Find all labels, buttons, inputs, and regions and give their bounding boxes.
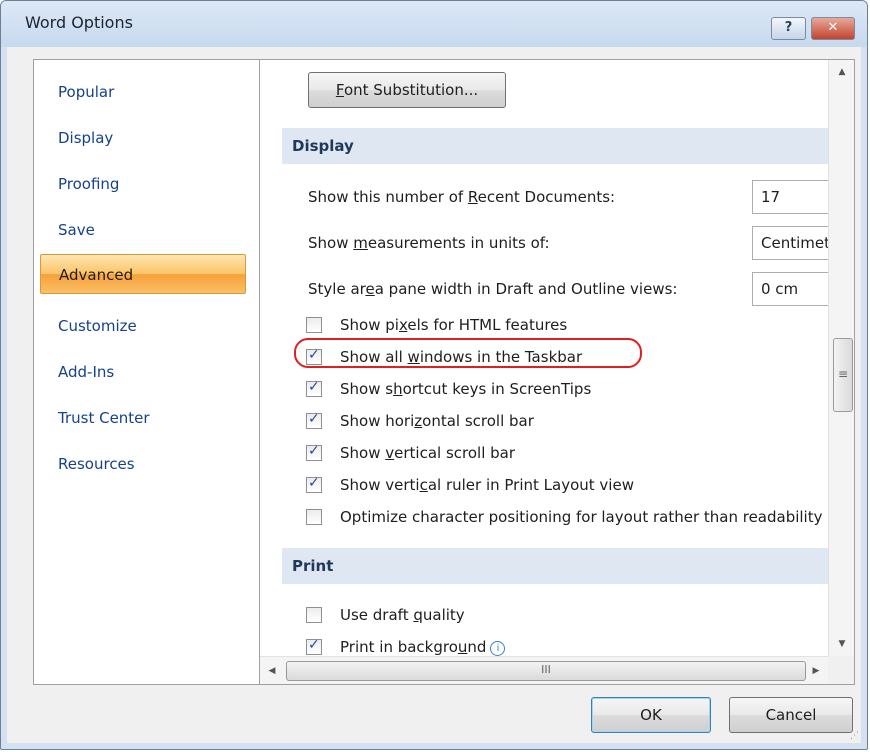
label-key: v (385, 444, 395, 462)
label-text: ecent Documents: (477, 188, 616, 206)
label-text: a pane width in Draft and Outline views: (374, 280, 678, 298)
horizontal-scrollbar[interactable]: ◀ III ▶ (260, 656, 828, 684)
show-shortcut-keys-checkbox[interactable] (306, 379, 322, 397)
show-windows-taskbar-checkbox[interactable] (306, 347, 322, 365)
label-text: Show (340, 444, 386, 462)
label-text: nd (467, 638, 487, 656)
label-key: c (419, 476, 428, 494)
nav-item-proofing[interactable]: Proofing (34, 164, 262, 204)
show-horizontal-scroll-label[interactable]: Show horizontal scroll bar (340, 409, 534, 433)
nav-item-advanced[interactable]: Advanced (40, 254, 246, 294)
print-section-header: Print (282, 548, 828, 584)
font-sub-text: ont Substitution... (343, 81, 479, 99)
label-key: h (393, 380, 403, 398)
label-key: z (414, 412, 423, 430)
measurement-units-select[interactable]: Centimeters (752, 226, 828, 260)
label-text: uality (422, 606, 465, 624)
vertical-scroll-thumb[interactable]: ≡ (833, 338, 853, 412)
label-text: ertical scroll bar (394, 444, 516, 462)
help-button[interactable]: ? (771, 17, 806, 40)
dialog-title: Word Options (25, 13, 133, 32)
label-key: q (413, 606, 423, 624)
label-key: u (457, 638, 468, 656)
category-nav: Popular Display Proofing Save Advanced C… (33, 59, 263, 685)
label-key: w (407, 348, 420, 366)
nav-item-add-ins[interactable]: Add-Ins (34, 352, 262, 392)
show-shortcut-keys-label[interactable]: Show shortcut keys in ScreenTips (340, 377, 591, 401)
cancel-button[interactable]: Cancel (729, 697, 853, 733)
show-pixels-checkbox[interactable] (306, 317, 322, 333)
nav-item-popular[interactable]: Popular (34, 72, 262, 112)
label-text: Optimize character positioning for layou… (340, 508, 823, 526)
close-button[interactable]: ✕ (811, 17, 855, 40)
print-in-background-label[interactable]: Print in background i (340, 635, 506, 656)
label-text: Style ar (308, 280, 366, 298)
label-text: Show verti (340, 476, 420, 494)
label-text: Print in backgro (340, 638, 458, 656)
show-horizontal-scroll-checkbox[interactable] (306, 411, 322, 429)
label-key: m (353, 234, 368, 252)
horizontal-scroll-thumb[interactable]: III (286, 661, 806, 681)
options-scroll-area: Font Substitution... Display Show this n… (260, 60, 828, 656)
show-vertical-ruler-checkbox[interactable] (306, 475, 322, 493)
nav-item-display[interactable]: Display (34, 118, 262, 158)
show-vertical-scroll-label[interactable]: Show vertical scroll bar (340, 441, 515, 465)
font-substitution-button[interactable]: Font Substitution... (308, 72, 506, 108)
scroll-right-icon[interactable]: ▶ (804, 657, 828, 684)
label-text: els for HTML features (407, 316, 568, 334)
nav-item-save[interactable]: Save (34, 210, 262, 250)
label-text: Show pi (340, 316, 399, 334)
label-text: ontal scroll bar (422, 412, 534, 430)
scroll-up-icon[interactable]: ▲ (829, 60, 854, 84)
nav-item-trust-center[interactable]: Trust Center (34, 398, 262, 438)
title-bar[interactable]: Word Options ? ✕ (1, 1, 867, 47)
show-vertical-scroll-checkbox[interactable] (306, 443, 322, 461)
show-pixels-label[interactable]: Show pixels for HTML features (340, 313, 567, 337)
scroll-down-icon[interactable]: ▼ (829, 632, 854, 656)
label-text: al ruler in Print Layout view (427, 476, 634, 494)
style-area-width-input[interactable]: 0 cm (752, 272, 828, 306)
label-text: ortcut keys in ScreenTips (402, 380, 592, 398)
scrollbar-corner (828, 656, 854, 684)
optimize-character-positioning-checkbox[interactable] (306, 509, 322, 525)
label-text: indows in the Taskbar (419, 348, 583, 366)
print-in-background-checkbox[interactable] (306, 637, 322, 655)
label-text: Show this number of (308, 188, 468, 206)
style-area-width-label: Style area pane width in Draft and Outli… (308, 277, 677, 301)
label-text: Show all (340, 348, 408, 366)
label-text: Show s (340, 380, 394, 398)
resize-grip-icon[interactable]: ⋰ (850, 731, 859, 741)
ok-button[interactable]: OK (591, 697, 711, 733)
show-windows-taskbar-label[interactable]: Show all windows in the Taskbar (340, 345, 582, 369)
advanced-options-panel: Font Substitution... Display Show this n… (259, 59, 855, 685)
show-vertical-ruler-label[interactable]: Show vertical ruler in Print Layout view (340, 473, 634, 497)
use-draft-quality-checkbox[interactable] (306, 607, 322, 623)
measurement-units-label: Show measurements in units of: (308, 231, 550, 255)
word-options-dialog: Word Options ? ✕ Popular Display Proofin… (0, 0, 868, 750)
optimize-character-positioning-label[interactable]: Optimize character positioning for layou… (340, 505, 822, 529)
nav-item-customize[interactable]: Customize (34, 306, 262, 346)
use-draft-quality-label[interactable]: Use draft quality (340, 603, 465, 627)
scroll-left-icon[interactable]: ◀ (260, 657, 284, 684)
display-section-header: Display (282, 128, 828, 164)
label-text: Show hori (340, 412, 415, 430)
dialog-body: Popular Display Proofing Save Advanced C… (7, 47, 861, 743)
recent-documents-label: Show this number of Recent Documents: (308, 185, 615, 209)
font-sub-key: F (335, 81, 344, 99)
recent-documents-input[interactable]: 17 (752, 180, 828, 214)
label-key: e (365, 280, 375, 298)
label-key: R (467, 188, 478, 206)
nav-item-resources[interactable]: Resources (34, 444, 262, 484)
info-icon[interactable]: i (490, 641, 506, 656)
vertical-scrollbar[interactable]: ▲ ≡ ▼ (828, 60, 854, 656)
label-text: Use draft (340, 606, 414, 624)
label-text: easurements in units of: (367, 234, 550, 252)
label-text: Show (308, 234, 354, 252)
